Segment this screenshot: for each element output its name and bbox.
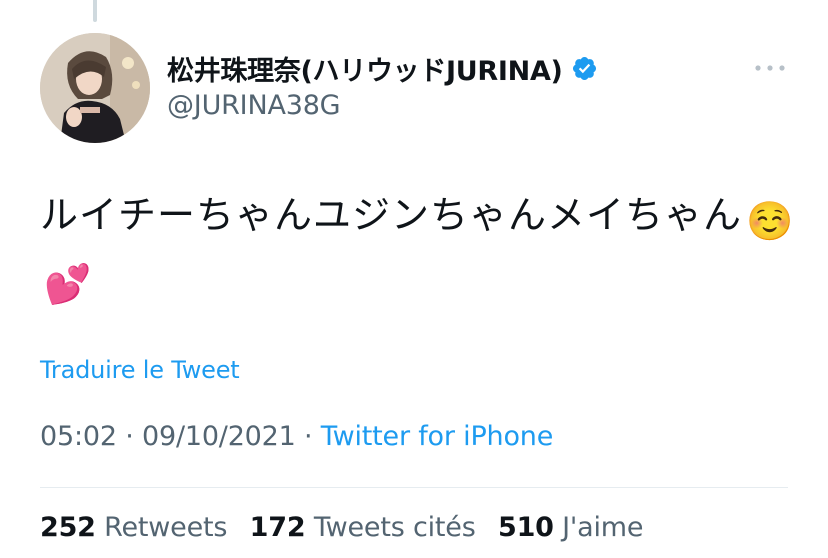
likes-count: 510 — [497, 512, 554, 543]
author-name-row[interactable]: 松井珠理奈(ハリウッドJURINA) — [167, 49, 598, 88]
engagement-stats: 252 Retweets 172 Tweets cités 510 J'aime — [40, 512, 657, 543]
translate-tweet-link[interactable]: Traduire le Tweet — [40, 356, 240, 384]
two-hearts-emoji: 💕 — [44, 262, 93, 306]
thread-connector-line — [93, 0, 97, 22]
profile-photo-icon — [40, 33, 150, 143]
meta-separator: · — [125, 421, 134, 452]
tweet-meta: 05:02 · 09/10/2021 · Twitter for iPhone — [40, 421, 553, 452]
tweet-date[interactable]: 09/10/2021 — [142, 421, 296, 452]
author-display-name[interactable]: 松井珠理奈(ハリウッドJURINA) — [167, 49, 563, 88]
more-options-icon[interactable] — [752, 58, 788, 78]
quote-tweets-label: Tweets cités — [313, 512, 476, 543]
likes-label: J'aime — [562, 512, 644, 543]
divider — [40, 487, 788, 488]
tweet-body-text: ルイチーちゃんユジンちゃんメイちゃん — [40, 193, 743, 237]
quote-tweets-stat[interactable]: 172 Tweets cités — [250, 512, 476, 543]
avatar[interactable] — [40, 33, 150, 143]
verified-badge-icon — [571, 55, 598, 82]
tweet-text: ルイチーちゃんユジンちゃんメイちゃん ☺️ 💕 — [40, 187, 810, 313]
quote-tweets-count: 172 — [249, 512, 306, 543]
tweet-time[interactable]: 05:02 — [40, 421, 117, 452]
retweets-count: 252 — [40, 512, 96, 543]
author-handle[interactable]: @JURINA38G — [167, 90, 341, 121]
likes-stat[interactable]: 510 J'aime — [497, 512, 644, 543]
meta-separator: · — [304, 421, 313, 452]
tweet-source-link[interactable]: Twitter for iPhone — [321, 421, 554, 452]
retweets-stat[interactable]: 252 Retweets — [40, 512, 227, 543]
retweets-label: Retweets — [104, 512, 228, 543]
smiling-face-emoji: ☺️ — [746, 199, 795, 243]
